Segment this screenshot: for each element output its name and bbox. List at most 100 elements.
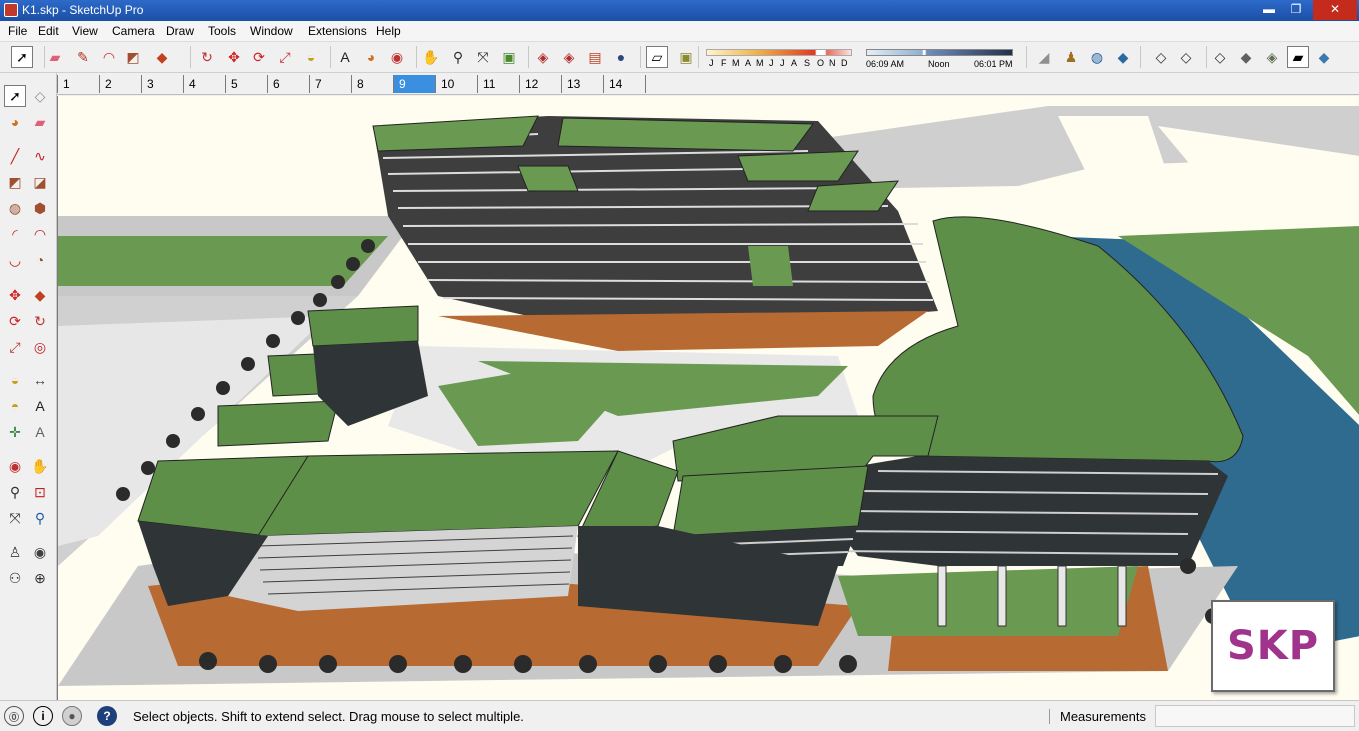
- two-point-arc-icon[interactable]: ◠: [29, 223, 51, 245]
- rotated-rectangle-icon[interactable]: ◪: [29, 171, 51, 193]
- xray-style-icon[interactable]: ◈: [1261, 46, 1283, 68]
- zoom-tool-icon[interactable]: ⚲: [447, 46, 469, 68]
- walk-icon[interactable]: ⚇: [4, 567, 26, 589]
- position-camera-icon[interactable]: ♙: [4, 541, 26, 563]
- menu-tools[interactable]: Tools: [208, 24, 236, 38]
- maximize-button[interactable]: ❐: [1283, 0, 1309, 20]
- three-point-arc-icon[interactable]: ◡: [4, 249, 26, 271]
- instructor-help-icon[interactable]: ?: [97, 706, 117, 726]
- scene-tab-10[interactable]: 10: [435, 75, 477, 93]
- scene-tab-12[interactable]: 12: [519, 75, 561, 93]
- scene-tab-1[interactable]: 1: [57, 75, 99, 93]
- move-tool-icon[interactable]: ✥: [223, 46, 245, 68]
- iso-view-icon[interactable]: ◆: [1112, 46, 1134, 68]
- scene-tab-14[interactable]: 14: [603, 75, 645, 93]
- front-view-icon[interactable]: ◇: [1175, 46, 1197, 68]
- scene-tab-11[interactable]: 11: [477, 75, 519, 93]
- 3d-text-icon[interactable]: A: [29, 421, 51, 443]
- photo-textures-icon[interactable]: ◢: [1033, 46, 1055, 68]
- offset-icon[interactable]: ◎: [29, 336, 51, 358]
- axes-icon[interactable]: ✛: [4, 421, 26, 443]
- orbit-icon[interactable]: ◉: [4, 455, 26, 477]
- rotate-icon[interactable]: ⟳: [4, 310, 26, 332]
- zoom-icon[interactable]: ⚲: [4, 481, 26, 503]
- scene-tab-7[interactable]: 7: [309, 75, 351, 93]
- look-around-icon[interactable]: ◉: [29, 541, 51, 563]
- geo-location-status-icon[interactable]: ⓪: [4, 706, 24, 726]
- section-plane-icon[interactable]: ⊕: [29, 567, 51, 589]
- menu-extensions[interactable]: Extensions: [308, 24, 367, 38]
- pan-tool-icon[interactable]: ✋: [420, 46, 442, 68]
- protractor-icon[interactable]: ◓: [4, 395, 26, 417]
- menu-draw[interactable]: Draw: [166, 24, 194, 38]
- menu-window[interactable]: Window: [250, 24, 293, 38]
- share-model-icon[interactable]: ◈: [558, 46, 580, 68]
- scene-tab-9[interactable]: 9: [393, 75, 435, 93]
- menu-view[interactable]: View: [72, 24, 98, 38]
- scene-tab-8[interactable]: 8: [351, 75, 393, 93]
- geo-location-icon[interactable]: ▣: [675, 46, 697, 68]
- paint-bucket-icon[interactable]: ◕: [4, 111, 26, 133]
- menu-edit[interactable]: Edit: [38, 24, 59, 38]
- textured-style-icon[interactable]: ◆: [1313, 46, 1335, 68]
- tape-measure-icon[interactable]: ◒: [4, 369, 26, 391]
- top-view-icon[interactable]: ◇: [1150, 46, 1172, 68]
- rotate-tool-icon[interactable]: ⟳: [248, 46, 270, 68]
- menu-file[interactable]: File: [8, 24, 27, 38]
- shadow-time-slider[interactable]: [866, 49, 1013, 56]
- menu-camera[interactable]: Camera: [112, 24, 155, 38]
- display-shadows-icon[interactable]: ▱: [646, 46, 668, 68]
- paint-bucket-tool-icon[interactable]: ◕: [360, 46, 382, 68]
- scene-tab-4[interactable]: 4: [183, 75, 225, 93]
- select-tool-icon[interactable]: ➚: [11, 46, 33, 68]
- extension-warehouse-icon[interactable]: ▤: [584, 46, 606, 68]
- scene-tab-2[interactable]: 2: [99, 75, 141, 93]
- pie-icon[interactable]: ◔: [29, 249, 51, 271]
- push-pull-tool-icon[interactable]: ◆: [151, 46, 173, 68]
- scene-tab-5[interactable]: 5: [225, 75, 267, 93]
- credits-info-icon[interactable]: i: [33, 706, 53, 726]
- circle-icon[interactable]: ◍: [4, 197, 26, 219]
- model-viewport[interactable]: SKP: [57, 96, 1359, 700]
- dimension-icon[interactable]: ↔: [29, 369, 51, 391]
- user-account-icon[interactable]: ●: [62, 706, 82, 726]
- shaded-style-icon[interactable]: ▰: [1287, 46, 1309, 68]
- zoom-extents-tool-icon[interactable]: ⤧: [472, 46, 494, 68]
- scene-tab-6[interactable]: 6: [267, 75, 309, 93]
- figure-icon[interactable]: ♟: [1060, 46, 1082, 68]
- rectangle-tool-icon[interactable]: ◩: [122, 46, 144, 68]
- close-button[interactable]: ✕: [1313, 0, 1357, 20]
- polygon-icon[interactable]: ⬢: [29, 197, 51, 219]
- get-models-icon[interactable]: ◈: [532, 46, 554, 68]
- arc-icon[interactable]: ◜: [4, 223, 26, 245]
- scene-tab-3[interactable]: 3: [141, 75, 183, 93]
- line-tool-icon[interactable]: ✎: [72, 46, 94, 68]
- move-icon[interactable]: ✥: [4, 284, 26, 306]
- scene-tab-13[interactable]: 13: [561, 75, 603, 93]
- arc-tool-icon[interactable]: ◠: [98, 46, 120, 68]
- globe-icon[interactable]: ◍: [1086, 46, 1108, 68]
- freehand-icon[interactable]: ∿: [29, 145, 51, 167]
- minimize-button[interactable]: ▬: [1256, 0, 1282, 20]
- eraser-tool-icon[interactable]: ▰: [44, 46, 66, 68]
- zoom-window-icon[interactable]: ⊡: [29, 481, 51, 503]
- text-icon[interactable]: A: [29, 395, 51, 417]
- text-tool-icon[interactable]: A: [334, 46, 356, 68]
- make-component-icon[interactable]: ◇: [29, 85, 51, 107]
- orbit-tool-icon[interactable]: ◉: [386, 46, 408, 68]
- line-icon[interactable]: ╱: [4, 145, 26, 167]
- follow-me-tool-icon[interactable]: ↻: [196, 46, 218, 68]
- eraser-icon[interactable]: ▰: [29, 111, 51, 133]
- measurements-input[interactable]: [1155, 705, 1355, 727]
- right-view-icon[interactable]: ◇: [1209, 46, 1231, 68]
- follow-me-icon[interactable]: ↻: [29, 310, 51, 332]
- menu-help[interactable]: Help: [376, 24, 401, 38]
- back-view-icon[interactable]: ◆: [1235, 46, 1257, 68]
- scale-icon[interactable]: ⤢: [4, 336, 26, 358]
- scale-tool-icon[interactable]: ⤢: [274, 46, 296, 68]
- pan-icon[interactable]: ✋: [29, 455, 51, 477]
- previous-view-icon[interactable]: ⚲: [29, 507, 51, 529]
- zoom-extents-icon[interactable]: ⤧: [4, 507, 26, 529]
- shadow-month-slider[interactable]: [706, 49, 852, 56]
- push-pull-icon[interactable]: ◆: [29, 284, 51, 306]
